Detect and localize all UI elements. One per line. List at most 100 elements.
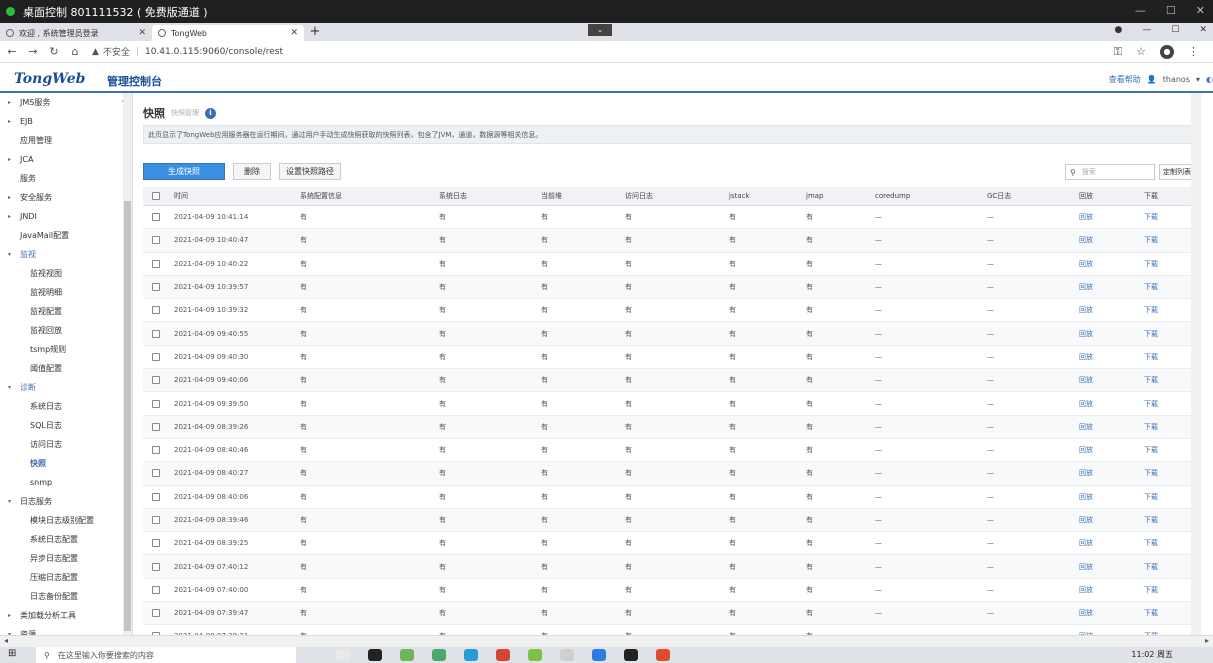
user-name[interactable]: thanos <box>1163 75 1190 84</box>
row-checkbox[interactable] <box>152 539 160 548</box>
horizontal-scrollbar[interactable]: ◂ ▸ <box>0 635 1213 647</box>
tab-close-icon[interactable]: ✕ <box>290 28 298 38</box>
column-header[interactable]: 时间 <box>174 187 188 205</box>
chevron-right-icon[interactable]: ▸ <box>8 118 20 125</box>
chevron-right-icon[interactable]: ▸ <box>8 612 20 619</box>
delete-button[interactable]: 删除 <box>233 163 271 180</box>
language-icon[interactable]: ◐ <box>1206 75 1213 84</box>
customize-list-button[interactable]: 定制列表 <box>1159 164 1195 180</box>
column-header[interactable]: 系统配置信息 <box>300 187 342 205</box>
url-text[interactable]: 10.41.0.115:9060/console/rest <box>145 47 283 57</box>
minimize-icon[interactable]: — <box>1142 25 1151 35</box>
download-link[interactable]: 下载 <box>1144 322 1158 344</box>
download-link[interactable]: 下载 <box>1144 369 1158 391</box>
download-link[interactable]: 下载 <box>1144 532 1158 554</box>
row-checkbox[interactable] <box>152 492 160 501</box>
row-checkbox[interactable] <box>152 399 160 408</box>
column-header[interactable]: 系统日志 <box>439 187 467 205</box>
taskbar-app-icon[interactable] <box>432 649 446 661</box>
taskbar-app-icon[interactable] <box>336 649 350 661</box>
sidebar-item[interactable]: SQL日志 <box>0 416 132 435</box>
taskbar-search-input[interactable]: ⚲ 在这里输入你要搜索的内容 <box>36 647 296 663</box>
sidebar-scrollbar[interactable] <box>123 93 132 635</box>
address-bar[interactable]: ▲ 不安全 | 10.41.0.115:9060/console/rest <box>92 45 283 59</box>
row-checkbox[interactable] <box>152 562 160 571</box>
sidebar-item[interactable]: 监视明细 <box>0 283 132 302</box>
replay-link[interactable]: 回放 <box>1079 439 1093 461</box>
replay-link[interactable]: 回放 <box>1079 346 1093 368</box>
close-icon[interactable]: ✕ <box>1196 4 1205 17</box>
main-scrollbar[interactable] <box>1191 93 1201 635</box>
sidebar-item[interactable]: ▸ JMS服务 <box>0 93 132 112</box>
column-header[interactable]: 回放 <box>1079 187 1093 205</box>
forward-icon[interactable]: → <box>24 45 42 58</box>
replay-link[interactable]: 回放 <box>1079 276 1093 298</box>
row-checkbox[interactable] <box>152 352 160 361</box>
warning-icon[interactable]: ▲ <box>92 47 99 57</box>
sidebar-item[interactable]: 阈值配置 <box>0 359 132 378</box>
taskbar-app-icon[interactable] <box>624 649 638 661</box>
scroll-left-icon[interactable]: ◂ <box>4 636 8 645</box>
sidebar-item[interactable]: 服务 <box>0 169 132 188</box>
maximize-icon[interactable]: ☐ <box>1171 25 1179 35</box>
sidebar-item[interactable]: snmp <box>0 473 132 492</box>
replay-link[interactable]: 回放 <box>1079 253 1093 275</box>
sidebar-item[interactable]: 异步日志配置 <box>0 549 132 568</box>
sidebar-item[interactable]: ▸ EJB <box>0 112 132 131</box>
column-header[interactable]: jmap <box>806 187 824 205</box>
replay-link[interactable]: 回放 <box>1079 625 1093 635</box>
browser-tab-active[interactable]: TongWeb ✕ <box>152 25 304 41</box>
replay-link[interactable]: 回放 <box>1079 206 1093 228</box>
new-tab-button[interactable]: + <box>306 25 324 41</box>
replay-link[interactable]: 回放 <box>1079 369 1093 391</box>
replay-link[interactable]: 回放 <box>1079 416 1093 438</box>
replay-link[interactable]: 回放 <box>1079 299 1093 321</box>
bookmark-star-icon[interactable]: ☆ <box>1136 45 1146 59</box>
download-link[interactable]: 下载 <box>1144 625 1158 635</box>
maximize-icon[interactable]: ☐ <box>1166 4 1176 17</box>
download-link[interactable]: 下载 <box>1144 602 1158 624</box>
info-icon[interactable]: i <box>205 107 216 119</box>
back-icon[interactable]: ← <box>3 45 21 58</box>
taskbar-app-icon[interactable] <box>656 649 670 661</box>
sidebar-item[interactable]: ▸ 安全服务 <box>0 188 132 207</box>
sidebar-item[interactable]: 模块日志级别配置 <box>0 511 132 530</box>
chevron-down-icon[interactable]: ▾ <box>8 251 20 258</box>
tab-close-icon[interactable]: ✕ <box>138 28 146 38</box>
download-link[interactable]: 下载 <box>1144 346 1158 368</box>
taskbar-app-icon[interactable] <box>464 649 478 661</box>
taskbar-app-icon[interactable] <box>560 649 574 661</box>
row-checkbox[interactable] <box>152 422 160 431</box>
sidebar-item[interactable]: ▸ JNDI <box>0 207 132 226</box>
row-checkbox[interactable] <box>152 469 160 478</box>
download-link[interactable]: 下载 <box>1144 439 1158 461</box>
sidebar-item[interactable]: ▸ 类加载分析工具 <box>0 606 132 625</box>
scroll-right-icon[interactable]: ▸ <box>1205 636 1209 645</box>
profile-avatar-icon[interactable]: ● <box>1160 45 1174 59</box>
sidebar-item[interactable]: ▾ 监视 <box>0 245 132 264</box>
replay-link[interactable]: 回放 <box>1079 322 1093 344</box>
column-header[interactable]: coredump <box>875 187 910 205</box>
sidebar-scroll-thumb[interactable] <box>124 201 131 631</box>
sidebar-item[interactable]: 系统日志配置 <box>0 530 132 549</box>
download-link[interactable]: 下载 <box>1144 206 1158 228</box>
chevron-right-icon[interactable]: ▸ <box>8 194 20 201</box>
menu-icon[interactable]: ⋮ <box>1188 45 1199 59</box>
sidebar-item[interactable]: 监视视图 <box>0 264 132 283</box>
row-checkbox[interactable] <box>152 329 160 338</box>
sidebar-item[interactable]: 日志备份配置 <box>0 587 132 606</box>
record-icon[interactable]: ● <box>1115 25 1123 35</box>
download-link[interactable]: 下载 <box>1144 276 1158 298</box>
replay-link[interactable]: 回放 <box>1079 532 1093 554</box>
download-link[interactable]: 下载 <box>1144 509 1158 531</box>
chevron-right-icon[interactable]: ▸ <box>8 213 20 220</box>
row-checkbox[interactable] <box>152 283 160 292</box>
column-header[interactable]: jstack <box>729 187 750 205</box>
help-link[interactable]: 查看帮助 <box>1109 74 1141 85</box>
row-checkbox[interactable] <box>152 446 160 455</box>
replay-link[interactable]: 回放 <box>1079 392 1093 414</box>
column-header[interactable]: GC日志 <box>987 187 1011 205</box>
download-link[interactable]: 下载 <box>1144 229 1158 251</box>
download-link[interactable]: 下载 <box>1144 299 1158 321</box>
taskbar-app-icon[interactable] <box>496 649 510 661</box>
